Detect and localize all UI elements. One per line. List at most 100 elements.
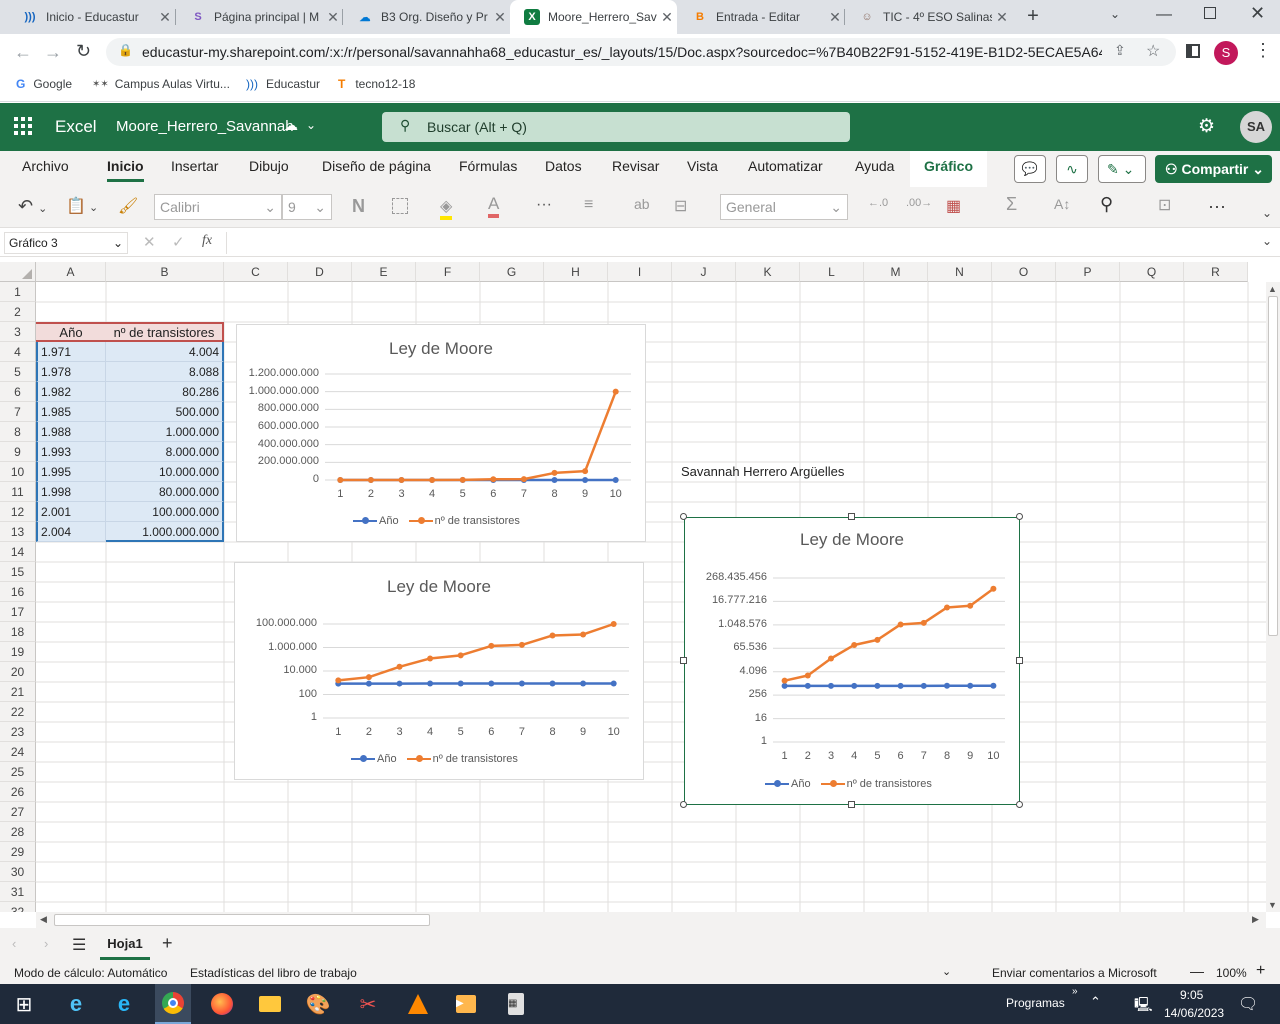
column-header[interactable]: R (1184, 262, 1248, 282)
file-name[interactable]: Moore_Herrero_Savannah (116, 118, 294, 135)
table-header-transistors[interactable]: nº de transistores (106, 322, 224, 342)
row-header[interactable]: 16 (0, 582, 36, 602)
back-icon[interactable]: ← (14, 42, 32, 63)
column-header[interactable]: L (800, 262, 864, 282)
table-cell-year[interactable]: 1.971 (36, 342, 106, 362)
column-header[interactable]: M (864, 262, 928, 282)
scroll-left-icon[interactable]: ◀ (40, 914, 47, 925)
column-header[interactable]: B (106, 262, 224, 282)
comments-button[interactable]: 💬 (1014, 155, 1046, 183)
column-header[interactable]: H (544, 262, 608, 282)
tab-close-icon[interactable]: ✕ (657, 9, 677, 26)
windows-start-icon[interactable]: ⊞ (10, 990, 38, 1018)
paint-icon[interactable]: 🎨 (304, 990, 332, 1018)
function-icon[interactable]: fx (202, 233, 212, 249)
table-cell-year[interactable]: 1.998 (36, 482, 106, 502)
bookmark-educastur[interactable]: ))) Educastur (246, 76, 320, 92)
row-header[interactable]: 28 (0, 822, 36, 842)
tab-close-icon[interactable]: ✕ (155, 9, 175, 26)
row-header[interactable]: 10 (0, 462, 36, 482)
table-cell-year[interactable]: 2.001 (36, 502, 106, 522)
row-header[interactable]: 7 (0, 402, 36, 422)
filename-chevron-icon[interactable]: ⌄ (306, 118, 316, 132)
menu-tab-6[interactable]: Datos (545, 158, 582, 174)
table-cell-year[interactable]: 1.993 (36, 442, 106, 462)
resize-handle[interactable] (848, 513, 855, 520)
menu-tab-1[interactable]: Inicio (107, 158, 144, 182)
zoom-level[interactable]: 100% (1216, 966, 1247, 980)
browser-tab[interactable]: S Página principal | M ✕ (176, 0, 343, 34)
scroll-up-icon[interactable]: ▲ (1268, 284, 1277, 294)
programs-chevron-icon[interactable]: » (1072, 986, 1078, 997)
vertical-scrollbar[interactable]: ▲ ▼ (1266, 282, 1280, 912)
tab-close-icon[interactable]: ✕ (992, 9, 1012, 26)
calculator-icon[interactable]: ▦ (502, 990, 530, 1018)
row-header[interactable]: 8 (0, 422, 36, 442)
resize-handle[interactable] (1016, 513, 1023, 520)
sheet-tab-active[interactable]: Hoja1 (100, 936, 150, 960)
table-cell-transistors[interactable]: 80.286 (106, 382, 224, 402)
scroll-down-icon[interactable]: ▼ (1268, 900, 1277, 910)
column-header[interactable]: E (352, 262, 416, 282)
share-button[interactable]: ⚇ Compartir ⌄ (1155, 155, 1272, 183)
table-cell-transistors[interactable]: 1.000.000.000 (106, 522, 224, 542)
profile-avatar[interactable]: S (1214, 41, 1238, 65)
column-header[interactable]: O (992, 262, 1056, 282)
row-header[interactable]: 12 (0, 502, 36, 522)
vertical-scroll-thumb[interactable] (1268, 296, 1278, 636)
column-header[interactable]: C (224, 262, 288, 282)
name-box[interactable]: Gráfico 3 ⌄ (4, 232, 128, 254)
borders-icon[interactable] (392, 198, 408, 214)
row-header[interactable]: 19 (0, 642, 36, 662)
next-sheet-icon[interactable]: › (44, 936, 48, 951)
reload-icon[interactable]: ↻ (76, 41, 91, 62)
row-header[interactable]: 32 (0, 902, 36, 912)
column-header[interactable]: P (1056, 262, 1120, 282)
new-tab-button[interactable]: + (1022, 6, 1044, 28)
horizontal-scroll-thumb[interactable] (54, 914, 430, 926)
tab-close-icon[interactable]: ✕ (323, 9, 343, 26)
app-launcher-icon[interactable] (14, 117, 32, 135)
tray-up-icon[interactable]: ⌃ (1090, 994, 1101, 1010)
network-icon[interactable]: 🖳 (1134, 994, 1153, 1018)
browser-tab[interactable]: B Entrada - Editar ✕ (678, 0, 845, 34)
clock-time[interactable]: 9:05 (1180, 988, 1203, 1002)
menu-tab-3[interactable]: Dibujo (249, 158, 289, 174)
row-header[interactable]: 4 (0, 342, 36, 362)
menu-tab-8[interactable]: Vista (687, 158, 718, 174)
row-header[interactable]: 29 (0, 842, 36, 862)
menu-tab-11[interactable]: Gráfico (910, 151, 988, 187)
table-cell-transistors[interactable]: 4.004 (106, 342, 224, 362)
firefox-icon[interactable] (208, 990, 236, 1018)
all-sheets-icon[interactable]: ☰ (72, 935, 86, 955)
row-header[interactable]: 20 (0, 662, 36, 682)
browser-tab[interactable]: X Moore_Herrero_Sav ✕ (510, 0, 677, 34)
chart-linear[interactable]: Ley de Moore 1.200.000.000 1.000.000.000 80… (236, 324, 646, 542)
row-header[interactable]: 18 (0, 622, 36, 642)
more-font-options-icon[interactable]: ··· (536, 196, 552, 214)
user-avatar[interactable]: SA (1240, 111, 1272, 143)
resize-handle[interactable] (680, 801, 687, 808)
font-name-select[interactable]: Calibri ⌄ (154, 194, 282, 220)
resize-handle[interactable] (680, 657, 687, 664)
browser-tab[interactable]: ☁ B3 Org. Diseño y Pr ✕ (343, 0, 510, 34)
menu-tab-4[interactable]: Diseño de página (322, 158, 431, 174)
resize-handle[interactable] (1016, 657, 1023, 664)
row-header[interactable]: 5 (0, 362, 36, 382)
undo-button[interactable]: ↶ ⌄ (18, 196, 47, 217)
table-cell-transistors[interactable]: 80.000.000 (106, 482, 224, 502)
row-header[interactable]: 15 (0, 562, 36, 582)
analyze-data-icon[interactable]: ⊡ (1158, 195, 1171, 215)
decrease-decimal-icon[interactable]: .00→ (906, 197, 932, 209)
font-size-select[interactable]: 9 ⌄ (282, 194, 332, 220)
share-page-icon[interactable]: ⇪ (1114, 42, 1126, 59)
search-box[interactable]: ⚲ Buscar (Alt + Q) (382, 112, 850, 142)
menu-tab-9[interactable]: Automatizar (748, 158, 823, 174)
browser-tab[interactable]: ☺ TIC - 4º ESO Salinas ✕ (845, 0, 1012, 34)
edge-icon[interactable]: e (62, 990, 90, 1018)
ie-icon[interactable]: e (110, 990, 138, 1018)
table-cell-transistors[interactable]: 8.088 (106, 362, 224, 382)
restore-button[interactable] (1204, 7, 1216, 19)
status-chevron-icon[interactable]: ⌄ (942, 965, 951, 978)
menu-tab-10[interactable]: Ayuda (855, 158, 894, 174)
